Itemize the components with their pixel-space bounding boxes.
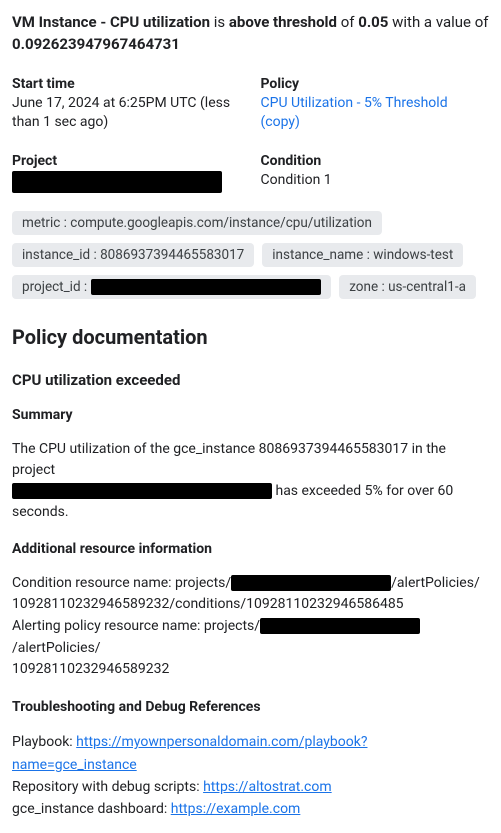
condition-block: Condition Condition 1 [261,153,490,193]
alert-headline: VM Instance - CPU utilization is above t… [12,12,489,56]
resource-info-paragraph: Condition resource name: projects//alert… [12,573,489,681]
dashboard-link[interactable]: https://example.com [171,801,301,817]
chip-metric: metric : compute.googleapis.com/instance… [12,211,382,235]
summary-paragraph: The CPU utilization of the gce_instance … [12,439,489,523]
policy-doc-heading: Policy documentation [12,325,489,349]
chip-zone: zone : us-central1-a [339,275,476,299]
troubleshoot-heading: Troubleshooting and Debug References [12,699,489,715]
alert-project-redacted [260,618,420,634]
policy-link[interactable]: CPU Utilization - 5% Threshold (copy) [261,95,448,131]
alert-meta-grid: Start time June 17, 2024 at 6:25PM UTC (… [12,76,489,193]
chip-instance-name: instance_name : windows-test [262,243,463,267]
policy-block: Policy CPU Utilization - 5% Threshold (c… [261,76,490,133]
metric-name: VM Instance - CPU utilization [12,13,210,31]
summary-heading: Summary [12,407,489,423]
project-label: Project [12,153,241,169]
project-value-redacted [12,171,222,193]
playbook-label: Playbook: [12,734,76,750]
condition-value: Condition 1 [261,171,490,191]
cpu-exceeded-heading: CPU utilization exceeded [12,371,489,389]
chip-project-id: project_id : [12,275,331,299]
start-time-block: Start time June 17, 2024 at 6:25PM UTC (… [12,76,241,133]
repo-link[interactable]: https://altostrat.com [203,779,332,795]
chip-instance-id: instance_id : 8086937394465583017 [12,243,254,267]
policy-label: Policy [261,76,490,92]
label-chips: metric : compute.googleapis.com/instance… [12,211,489,299]
condition-label: Condition [261,153,490,169]
cond-project-redacted [231,575,391,591]
project-block: Project [12,153,241,193]
reference-links: Playbook: https://myownpersonaldomain.co… [12,731,489,821]
start-time-label: Start time [12,76,241,92]
alert-state: above threshold [229,13,337,31]
project-id-redacted [91,279,321,295]
actual-value: 0.092623947967464731 [12,35,180,53]
addl-resource-heading: Additional resource information [12,541,489,557]
start-time-value: June 17, 2024 at 6:25PM UTC (less than 1… [12,94,241,133]
repo-label: Repository with debug scripts: [12,779,203,795]
dashboard-label: gce_instance dashboard: [12,801,171,817]
threshold-value: 0.05 [358,13,388,31]
summary-project-redacted [12,483,272,499]
